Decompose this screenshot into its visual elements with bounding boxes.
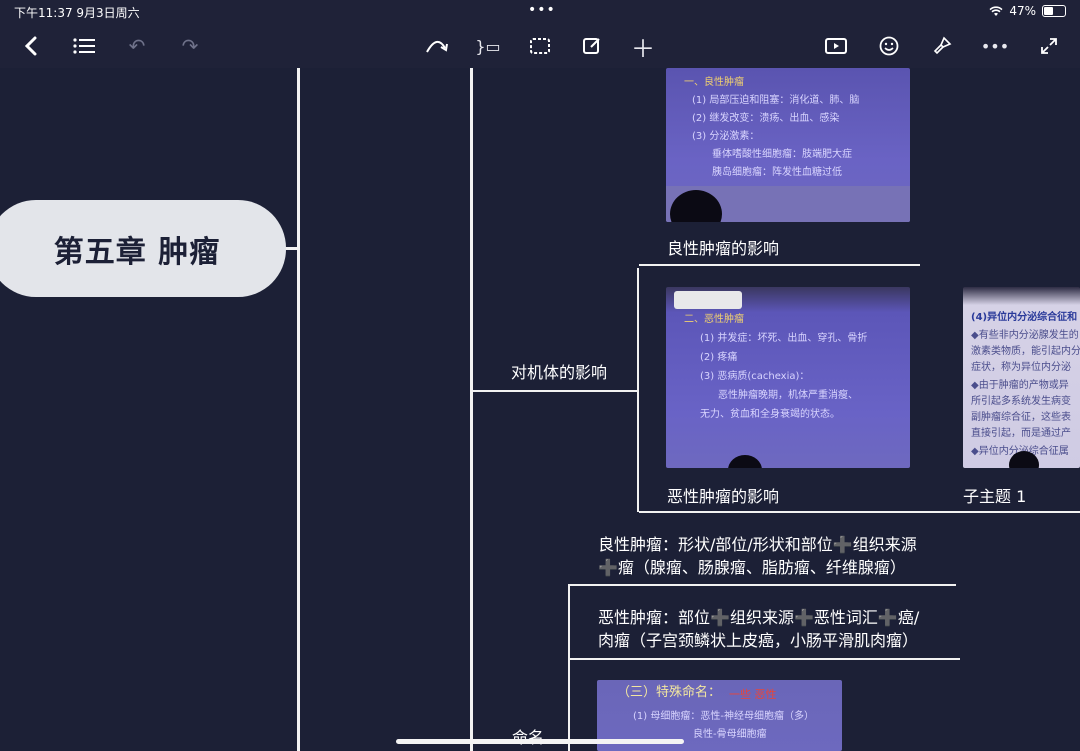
multitask-dots[interactable]: •••	[528, 2, 556, 18]
slide-line: （三）特殊命名：	[617, 685, 722, 700]
connector-benign	[639, 264, 920, 266]
root-topic[interactable]: 第五章 肿瘤	[0, 200, 286, 297]
naming-benign-part: 瘤（腺瘤、肠腺瘤、脂肪瘤、纤维腺瘤）	[617, 558, 906, 577]
relationship-icon	[426, 41, 448, 53]
wifi-icon	[989, 5, 1003, 16]
connector-root	[297, 68, 300, 751]
connector-naming-malignant	[570, 658, 960, 660]
slide-line: 症状，称为异位内分泌	[971, 362, 1071, 373]
topic-naming-malignant[interactable]: 恶性肿瘤：部位➕组织来源➕恶性词汇➕癌/ 肉瘤（子宫颈鳞状上皮癌，小肠平滑肌肉瘤…	[598, 606, 919, 652]
slide-line: 二、恶性肿瘤	[684, 314, 744, 325]
slide-line: (4)异位内分泌综合征和	[971, 312, 1078, 323]
topic-naming[interactable]: 命名	[512, 724, 544, 748]
toolbar: ↶ ↷ }▭ ＋ •••	[0, 24, 1080, 69]
slide-line: (1) 并发症：坏死、出血、穿孔、骨折	[700, 333, 868, 344]
slide-line: (2) 疼痛	[700, 352, 738, 363]
slide-line: (2) 继发改变：溃疡、出血、感染	[692, 113, 840, 124]
slide-line: 胰岛细胞瘤：阵发性血糖过低	[712, 167, 842, 178]
present-button[interactable]	[818, 24, 854, 68]
topic-naming-benign[interactable]: 良性肿瘤：形状/部位/形状和部位➕组织来源 ➕瘤（腺瘤、肠腺瘤、脂肪瘤、纤维腺瘤…	[598, 533, 917, 579]
slide-line: 垂体嗜酸性细胞瘤：肢端肥大症	[712, 149, 852, 160]
outline-button[interactable]	[66, 24, 102, 68]
connector-malignant	[639, 511, 1080, 513]
redo-button[interactable]: ↷	[172, 24, 208, 68]
undo-button[interactable]: ↶	[119, 24, 155, 68]
connector-main	[470, 68, 473, 751]
slide-line: (1) 局部压迫和阻塞：消化道、肺、脑	[692, 95, 860, 106]
naming-malignant-part: 癌/	[897, 608, 920, 627]
battery-percent: 47%	[1009, 4, 1036, 18]
naming-benign-part: 组织来源	[852, 535, 917, 554]
slide-line: 一、良性肿瘤	[684, 77, 744, 88]
back-button[interactable]	[13, 24, 49, 68]
naming-malignant-part: 组织来源	[729, 608, 794, 627]
caption-benign[interactable]: 良性肿瘤的影响	[667, 235, 779, 259]
connector-root-stub	[285, 247, 299, 250]
smiley-icon	[879, 36, 899, 56]
slide-line: 无力、贫血和全身衰竭的状态。	[700, 409, 840, 420]
slide-annotation: 一些 恶性	[729, 688, 777, 701]
mindmap-canvas[interactable]: 第五章 肿瘤 对机体的影响 一、良性肿瘤 (1) 局部压迫和阻塞：消化道、肺、脑…	[0, 68, 1080, 751]
edit-icon	[583, 38, 600, 54]
connector-effect	[473, 390, 638, 392]
connector-naming-benign	[570, 584, 956, 586]
home-indicator[interactable]	[396, 739, 684, 744]
play-icon	[825, 38, 847, 54]
more-button[interactable]: •••	[977, 24, 1013, 68]
caption-subtopic[interactable]: 子主题 1	[963, 483, 1026, 507]
boundary-button[interactable]: }▭	[470, 24, 506, 68]
naming-malignant-part: 恶性肿瘤：部位	[598, 608, 711, 627]
expand-icon	[1041, 38, 1057, 54]
plus-icon: ➕	[832, 535, 853, 554]
add-button[interactable]: ＋	[625, 24, 661, 68]
plus-icon: ➕	[793, 608, 814, 627]
connector-naming-vertical	[568, 584, 570, 751]
status-right: 47%	[989, 4, 1066, 18]
sticker-button[interactable]	[871, 24, 907, 68]
fullscreen-button[interactable]	[1031, 24, 1067, 68]
battery-icon	[1042, 5, 1066, 17]
naming-malignant-part: 恶性词汇	[813, 608, 878, 627]
plus-icon: ➕	[877, 608, 898, 627]
list-icon	[73, 38, 95, 54]
status-bar: 下午11:37 9月3日周六 ••• 47%	[0, 0, 1080, 24]
status-time: 下午11:37 9月3日周六	[14, 6, 140, 20]
format-button[interactable]	[924, 24, 960, 68]
caption-malignant[interactable]: 恶性肿瘤的影响	[667, 483, 779, 507]
slide-line: 直接引起，而是通过产	[971, 428, 1071, 439]
photo-paraneoplastic-slide[interactable]: (4)异位内分泌综合征和 ◆有些非内分泌腺发生的 激素类物质，能引起内分 症状，…	[963, 287, 1080, 468]
slide-line: 良性-骨母细胞瘤	[693, 729, 767, 740]
slide-line: (3) 分泌激素：	[692, 131, 760, 142]
slide-line: (1) 母细胞瘤：恶性-神经母细胞瘤（多）	[633, 711, 814, 722]
audience-head	[728, 455, 762, 468]
note-button[interactable]	[574, 24, 610, 68]
brush-icon	[933, 36, 952, 55]
slide-line: 恶性肿瘤晚期，机体严重消瘦、	[718, 390, 858, 401]
relationship-button[interactable]	[419, 24, 455, 68]
select-button[interactable]	[522, 24, 558, 68]
connector-effect-vertical	[637, 268, 639, 512]
naming-benign-part: 良性肿瘤：形状/部位/形状和部位	[598, 535, 833, 554]
plus-icon: ➕	[598, 558, 618, 577]
photo-malignant-slide[interactable]: 二、恶性肿瘤 (1) 并发症：坏死、出血、穿孔、骨折 (2) 疼痛 (3) 恶病…	[666, 287, 910, 468]
slide-line: (3) 恶病质(cachexia)：	[700, 371, 810, 382]
naming-malignant-part: 肉瘤（子宫颈鳞状上皮癌，小肠平滑肌肉瘤）	[598, 631, 919, 650]
chevron-left-icon	[24, 36, 37, 56]
plus-icon: ➕	[710, 608, 730, 627]
projector	[674, 291, 742, 309]
marquee-select-icon	[530, 38, 550, 54]
photo-benign-slide[interactable]: 一、良性肿瘤 (1) 局部压迫和阻塞：消化道、肺、脑 (2) 继发改变：溃疡、出…	[666, 68, 910, 222]
topic-effect-on-body[interactable]: 对机体的影响	[511, 359, 607, 383]
